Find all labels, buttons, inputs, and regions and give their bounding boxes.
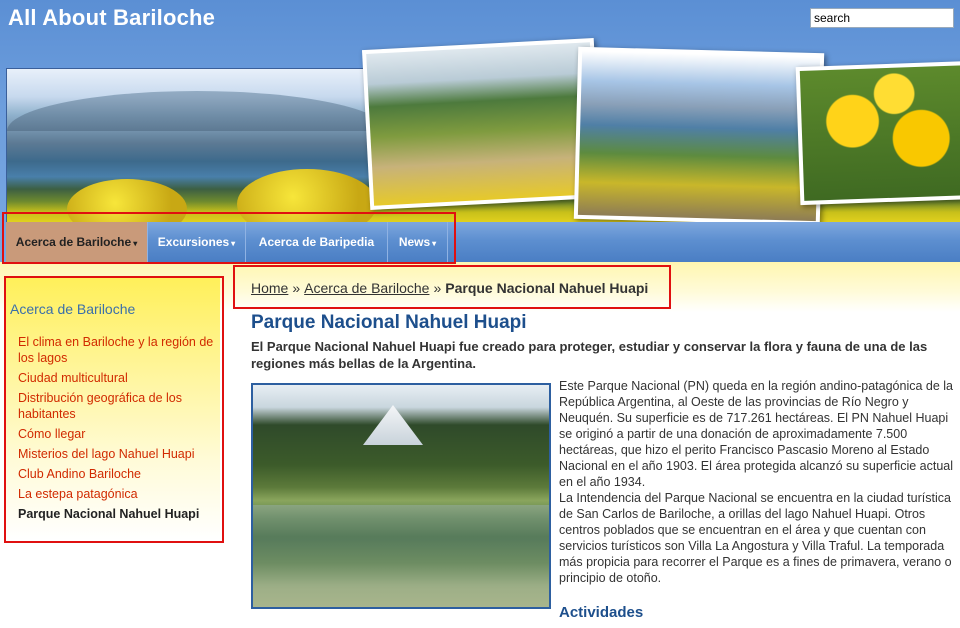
- sidebar-item-como-llegar[interactable]: Cómo llegar: [18, 426, 214, 442]
- chevron-down-icon: ▾: [231, 239, 236, 248]
- chevron-down-icon: ▾: [432, 239, 437, 248]
- nav-acerca-de-bariloche[interactable]: Acerca de Bariloche ▾: [6, 222, 148, 262]
- sidebar-item-distribucion[interactable]: Distribución geográfica de los habitante…: [18, 390, 214, 422]
- sidebar-item-misterios[interactable]: Misterios del lago Nahuel Huapi: [18, 446, 214, 462]
- park-photo: [251, 383, 551, 609]
- body-text: Este Parque Nacional (PN) queda en la re…: [559, 378, 960, 586]
- sidebar: Acerca de Bariloche El clima en Bariloch…: [6, 278, 220, 540]
- search-input[interactable]: [810, 8, 954, 28]
- sidebar-item-parque-nacional: Parque Nacional Nahuel Huapi: [18, 507, 200, 521]
- sidebar-item-estepa[interactable]: La estepa patagónica: [18, 486, 214, 502]
- nav-news[interactable]: News ▾: [388, 222, 448, 262]
- banner-photo-lake: [573, 46, 825, 226]
- main-nav: Acerca de Bariloche ▾ Excursiones ▾ Acerca…: [6, 222, 960, 262]
- banner-photo-lakeside: [361, 38, 603, 210]
- page-title: Parque Nacional Nahuel Huapi: [251, 312, 527, 333]
- breadcrumb-home-link[interactable]: Home: [251, 280, 288, 296]
- lead-paragraph: El Parque Nacional Nahuel Huapi fue crea…: [251, 339, 928, 371]
- banner-photo-flowers: [795, 60, 960, 206]
- breadcrumb-section-link[interactable]: Acerca de Bariloche: [304, 280, 429, 296]
- chevron-down-icon: ▾: [133, 239, 138, 248]
- sidebar-item-clima[interactable]: El clima en Bariloche y la región de los…: [18, 334, 214, 366]
- breadcrumb-current: Parque Nacional Nahuel Huapi: [445, 280, 649, 296]
- activities-heading: Actividades: [559, 604, 644, 621]
- breadcrumb: Home» Acerca de Bariloche» Parque Nacional…: [251, 280, 649, 296]
- sidebar-list: El clima en Bariloche y la región de los…: [18, 334, 214, 526]
- sidebar-title[interactable]: Acerca de Bariloche: [10, 301, 135, 317]
- sidebar-item-ciudad-multicultural[interactable]: Ciudad multicultural: [18, 370, 214, 386]
- site-title[interactable]: All About Bariloche: [8, 5, 215, 31]
- nav-acerca-de-baripedia[interactable]: Acerca de Baripedia: [246, 222, 388, 262]
- nav-excursiones[interactable]: Excursiones ▾: [148, 222, 246, 262]
- sidebar-item-club-andino[interactable]: Club Andino Bariloche: [18, 466, 214, 482]
- body-paragraph: La Intendencia del Parque Nacional se en…: [559, 491, 952, 585]
- body-paragraph: Este Parque Nacional (PN) queda en la re…: [559, 379, 954, 489]
